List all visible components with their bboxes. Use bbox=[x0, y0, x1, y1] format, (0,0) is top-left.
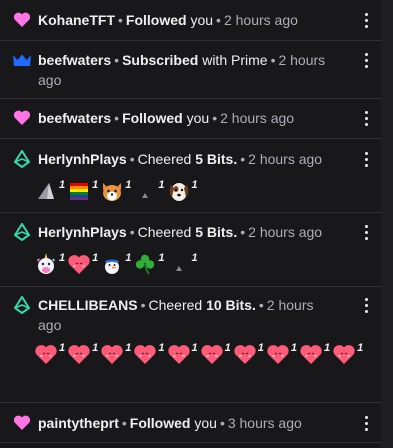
separator bbox=[0, 98, 381, 99]
event-action: Followed bbox=[125, 12, 187, 28]
bits-icon bbox=[12, 295, 32, 315]
username[interactable]: beefwaters bbox=[38, 52, 111, 68]
feed-item-follow: beefwaters • Followed you • 2 hours ago bbox=[0, 108, 381, 130]
bits-icon bbox=[12, 149, 32, 169]
feed-item-follow: KohaneTFT • Followed you • 2 hours ago bbox=[0, 10, 381, 32]
more-options-icon[interactable] bbox=[358, 222, 374, 242]
tiny-triangle-emote: 1 bbox=[167, 252, 198, 276]
separator bbox=[0, 40, 381, 41]
heart-face-emote: 1 bbox=[133, 342, 165, 366]
timestamp-cont: ago bbox=[38, 72, 62, 88]
heart-face-emote: 1 bbox=[34, 342, 65, 366]
event-action: Followed bbox=[129, 415, 191, 431]
username[interactable]: CHELLIBEANS bbox=[38, 297, 138, 313]
separator bbox=[0, 212, 381, 213]
more-options-icon[interactable] bbox=[358, 413, 374, 433]
heart-face-emote: 1 bbox=[67, 252, 98, 276]
timestamp-cont: ago bbox=[38, 317, 62, 333]
separator bbox=[0, 286, 381, 287]
separator bbox=[0, 442, 381, 443]
event-action: Cheered bbox=[137, 224, 192, 240]
crown-icon bbox=[12, 50, 32, 70]
emote-list: 1111111111 bbox=[34, 342, 379, 366]
separator bbox=[0, 138, 381, 139]
timestamp: 3 hours ago bbox=[227, 415, 302, 431]
unicorn-emote: 1 bbox=[34, 252, 65, 276]
timestamp: 2 hours ago bbox=[220, 110, 295, 126]
event-detail: you bbox=[194, 415, 217, 431]
bits-amount: 5 Bits. bbox=[195, 151, 238, 167]
more-options-icon[interactable] bbox=[358, 149, 374, 169]
heart-face-emote: 1 bbox=[200, 342, 231, 366]
more-options-icon[interactable] bbox=[358, 108, 374, 128]
timestamp: 2 hours ago bbox=[248, 151, 323, 167]
bits-amount: 5 Bits. bbox=[195, 224, 238, 240]
heart-face-emote: 1 bbox=[266, 342, 297, 366]
shamrock-emote: 1 bbox=[133, 252, 165, 276]
more-options-icon[interactable] bbox=[358, 10, 374, 30]
feed-item-follow: paintytheprt • Followed you • 3 hours ago bbox=[0, 413, 381, 435]
emote-list: 1 1 1 1 1 bbox=[34, 252, 374, 276]
username[interactable]: HerlynhPlays bbox=[38, 224, 127, 240]
feed-item-subscription: beefwaters • Subscribed with Prime • 2 hours… bbox=[0, 50, 381, 92]
snowman-emote: 1 bbox=[100, 252, 131, 276]
event-detail: with Prime bbox=[202, 52, 268, 68]
feed-item-text: CHELLIBEANS • Cheered 10 Bits. • 2 hours ago bbox=[38, 297, 314, 333]
heart-icon bbox=[12, 108, 32, 128]
timestamp: 2 hours bbox=[266, 297, 314, 313]
timestamp: 2 hours ago bbox=[248, 224, 323, 240]
username[interactable]: paintytheprt bbox=[38, 415, 119, 431]
feed-item-text: beefwaters • Followed you • 2 hours ago bbox=[38, 110, 295, 126]
cheer-gem-emote: 1 bbox=[34, 179, 65, 203]
bits-icon bbox=[12, 222, 32, 242]
feed-item-cheer: HerlynhPlays • Cheered 5 Bits. • 2 hours ago… bbox=[0, 222, 381, 282]
event-action: Cheered bbox=[137, 151, 192, 167]
event-action: Followed bbox=[122, 110, 183, 126]
scrollbar-track[interactable] bbox=[381, 0, 393, 448]
event-action: Cheered bbox=[148, 297, 203, 313]
heart-face-emote: 1 bbox=[167, 342, 198, 366]
feed-item-text: beefwaters • Subscribed with Prime • 2 hours… bbox=[38, 52, 326, 88]
username[interactable]: KohaneTFT bbox=[38, 12, 115, 28]
emote-list: 1 1 1 1 1 bbox=[34, 179, 374, 203]
feed-item-cheer: HerlynhPlays • Cheered 5 Bits. • 2 hours ago… bbox=[0, 149, 381, 205]
feed-item-text: paintytheprt • Followed you • 3 hours ago bbox=[38, 415, 302, 431]
pride-flag-emote: 1 bbox=[67, 179, 98, 203]
heart-face-emote: 1 bbox=[67, 342, 98, 366]
feed-item-text: KohaneTFT • Followed you • 2 hours ago bbox=[38, 12, 298, 28]
timestamp: 2 hours bbox=[278, 52, 326, 68]
feed-item-text: HerlynhPlays • Cheered 5 Bits. • 2 hours ago bbox=[38, 151, 323, 167]
more-options-icon[interactable] bbox=[358, 295, 374, 315]
event-detail: you bbox=[186, 110, 210, 126]
username[interactable]: beefwaters bbox=[38, 110, 111, 126]
heart-icon bbox=[12, 10, 32, 30]
corgi-emote: 1 bbox=[100, 179, 131, 203]
heart-face-emote: 1 bbox=[299, 342, 330, 366]
event-action: Subscribed bbox=[122, 52, 199, 68]
heart-face-emote: 1 bbox=[233, 342, 264, 366]
separator bbox=[0, 402, 381, 403]
dog-emote: 1 bbox=[167, 179, 198, 203]
event-detail: you bbox=[190, 12, 214, 28]
heart-face-emote: 1 bbox=[100, 342, 131, 366]
heart-face-emote: 1 bbox=[332, 342, 363, 366]
username[interactable]: HerlynhPlays bbox=[38, 151, 127, 167]
activity-feed: KohaneTFT • Followed you • 2 hours ago beefw… bbox=[0, 0, 393, 448]
heart-icon bbox=[12, 413, 32, 433]
tiny-triangle-emote: 1 bbox=[133, 179, 165, 203]
timestamp: 2 hours ago bbox=[223, 12, 298, 28]
bits-amount: 10 Bits. bbox=[206, 297, 256, 313]
feed-item-cheer: CHELLIBEANS • Cheered 10 Bits. • 2 hours ago … bbox=[0, 295, 381, 395]
feed-item-text: HerlynhPlays • Cheered 5 Bits. • 2 hours ago bbox=[38, 224, 323, 240]
more-options-icon[interactable] bbox=[358, 50, 374, 70]
